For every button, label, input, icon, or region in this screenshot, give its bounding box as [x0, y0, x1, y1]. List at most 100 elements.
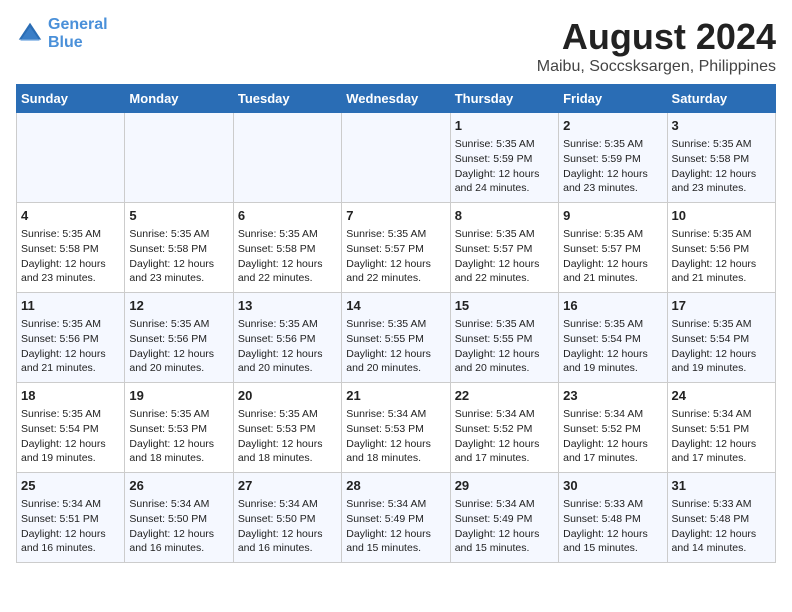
- day-header-friday: Friday: [559, 85, 667, 113]
- main-title: August 2024: [537, 16, 776, 58]
- cell-content: Sunrise: 5:35 AM Sunset: 5:54 PM Dayligh…: [563, 317, 662, 376]
- subtitle: Maibu, Soccsksargen, Philippines: [537, 58, 776, 76]
- date-number: 28: [346, 477, 445, 495]
- calendar-cell: 2Sunrise: 5:35 AM Sunset: 5:59 PM Daylig…: [559, 113, 667, 203]
- calendar-cell: 25 Sunrise: 5:34 AM Sunset: 5:51 PM Dayli…: [17, 473, 125, 563]
- cell-content: Sunrise: 5:35 AM Sunset: 5:54 PM Dayligh…: [672, 317, 771, 376]
- calendar-cell: [342, 113, 450, 203]
- date-number: 16: [563, 297, 662, 315]
- date-number: 5: [129, 207, 228, 225]
- calendar-cell: 7Sunrise: 5:35 AM Sunset: 5:57 PM Daylig…: [342, 203, 450, 293]
- cell-content: Sunrise: 5:34 AM Sunset: 5:51 PM Dayligh…: [21, 497, 120, 556]
- calendar-cell: 27Sunrise: 5:34 AM Sunset: 5:50 PM Dayli…: [233, 473, 341, 563]
- date-number: 7: [346, 207, 445, 225]
- date-number: 31: [672, 477, 771, 495]
- calendar-cell: [17, 113, 125, 203]
- date-number: 23: [563, 387, 662, 405]
- cell-content: Sunrise: 5:35 AM Sunset: 5:58 PM Dayligh…: [672, 137, 771, 196]
- date-number: 12: [129, 297, 228, 315]
- date-number: 29: [455, 477, 554, 495]
- calendar-cell: 23 Sunrise: 5:34 AM Sunset: 5:52 PM Dayli…: [559, 383, 667, 473]
- logo-text: General Blue: [48, 16, 108, 51]
- calendar-cell: 31 Sunrise: 5:33 AM Sunset: 5:48 PM Dayli…: [667, 473, 775, 563]
- date-number: 1: [455, 117, 554, 135]
- cell-content: Sunrise: 5:35 AM Sunset: 5:56 PM Dayligh…: [129, 317, 228, 376]
- cell-content: Sunrise: 5:35 AM Sunset: 5:56 PM Dayligh…: [238, 317, 337, 376]
- cell-content: Sunrise: 5:35 AM Sunset: 5:58 PM Dayligh…: [129, 227, 228, 286]
- week-row-4: 18 Sunrise: 5:35 AM Sunset: 5:54 PM Dayli…: [17, 383, 776, 473]
- date-number: 22: [455, 387, 554, 405]
- calendar-cell: 21 Sunrise: 5:34 AM Sunset: 5:53 PM Dayli…: [342, 383, 450, 473]
- date-number: 8: [455, 207, 554, 225]
- day-header-monday: Monday: [125, 85, 233, 113]
- calendar-cell: 12 Sunrise: 5:35 AM Sunset: 5:56 PM Dayli…: [125, 293, 233, 383]
- date-number: 11: [21, 297, 120, 315]
- date-number: 2: [563, 117, 662, 135]
- cell-content: Sunrise: 5:35 AM Sunset: 5:53 PM Dayligh…: [238, 407, 337, 466]
- calendar-cell: 15 Sunrise: 5:35 AM Sunset: 5:55 PM Dayli…: [450, 293, 558, 383]
- day-header-thursday: Thursday: [450, 85, 558, 113]
- date-number: 26: [129, 477, 228, 495]
- cell-content: Sunrise: 5:34 AM Sunset: 5:51 PM Dayligh…: [672, 407, 771, 466]
- day-header-wednesday: Wednesday: [342, 85, 450, 113]
- calendar-cell: 16 Sunrise: 5:35 AM Sunset: 5:54 PM Dayli…: [559, 293, 667, 383]
- calendar-cell: 14Sunrise: 5:35 AM Sunset: 5:55 PM Dayli…: [342, 293, 450, 383]
- calendar-cell: 4 Sunrise: 5:35 AM Sunset: 5:58 PM Daylig…: [17, 203, 125, 293]
- date-number: 17: [672, 297, 771, 315]
- date-number: 3: [672, 117, 771, 135]
- calendar-cell: 22 Sunrise: 5:34 AM Sunset: 5:52 PM Dayli…: [450, 383, 558, 473]
- date-number: 18: [21, 387, 120, 405]
- calendar-cell: 28Sunrise: 5:34 AM Sunset: 5:49 PM Dayli…: [342, 473, 450, 563]
- date-number: 6: [238, 207, 337, 225]
- title-area: August 2024 Maibu, Soccsksargen, Philipp…: [537, 16, 776, 76]
- calendar-cell: 3 Sunrise: 5:35 AM Sunset: 5:58 PM Daylig…: [667, 113, 775, 203]
- logo-general: General: [48, 16, 108, 33]
- calendar-cell: 29 Sunrise: 5:34 AM Sunset: 5:49 PM Dayli…: [450, 473, 558, 563]
- cell-content: Sunrise: 5:35 AM Sunset: 5:55 PM Dayligh…: [346, 317, 445, 376]
- logo-icon: [16, 20, 44, 48]
- calendar-cell: 13Sunrise: 5:35 AM Sunset: 5:56 PM Dayli…: [233, 293, 341, 383]
- cell-content: Sunrise: 5:35 AM Sunset: 5:57 PM Dayligh…: [563, 227, 662, 286]
- calendar-cell: 17 Sunrise: 5:35 AM Sunset: 5:54 PM Dayli…: [667, 293, 775, 383]
- cell-content: Sunrise: 5:35 AM Sunset: 5:57 PM Dayligh…: [455, 227, 554, 286]
- cell-content: Sunrise: 5:35 AM Sunset: 5:59 PM Dayligh…: [455, 137, 554, 196]
- calendar-cell: 24 Sunrise: 5:34 AM Sunset: 5:51 PM Dayli…: [667, 383, 775, 473]
- calendar-cell: 6 Sunrise: 5:35 AM Sunset: 5:58 PM Daylig…: [233, 203, 341, 293]
- cell-content: Sunrise: 5:34 AM Sunset: 5:52 PM Dayligh…: [455, 407, 554, 466]
- calendar-cell: 30Sunrise: 5:33 AM Sunset: 5:48 PM Dayli…: [559, 473, 667, 563]
- cell-content: Sunrise: 5:35 AM Sunset: 5:56 PM Dayligh…: [21, 317, 120, 376]
- calendar-cell: [233, 113, 341, 203]
- logo-blue: Blue: [48, 34, 83, 51]
- date-number: 4: [21, 207, 120, 225]
- cell-content: Sunrise: 5:35 AM Sunset: 5:55 PM Dayligh…: [455, 317, 554, 376]
- cell-content: Sunrise: 5:33 AM Sunset: 5:48 PM Dayligh…: [672, 497, 771, 556]
- calendar-cell: 10Sunrise: 5:35 AM Sunset: 5:56 PM Dayli…: [667, 203, 775, 293]
- week-row-5: 25 Sunrise: 5:34 AM Sunset: 5:51 PM Dayli…: [17, 473, 776, 563]
- calendar-cell: 8 Sunrise: 5:35 AM Sunset: 5:57 PM Daylig…: [450, 203, 558, 293]
- day-header-sunday: Sunday: [17, 85, 125, 113]
- date-number: 20: [238, 387, 337, 405]
- cell-content: Sunrise: 5:33 AM Sunset: 5:48 PM Dayligh…: [563, 497, 662, 556]
- date-number: 24: [672, 387, 771, 405]
- date-number: 21: [346, 387, 445, 405]
- date-number: 15: [455, 297, 554, 315]
- day-header-saturday: Saturday: [667, 85, 775, 113]
- calendar-cell: 1 Sunrise: 5:35 AM Sunset: 5:59 PM Daylig…: [450, 113, 558, 203]
- logo: General Blue: [16, 16, 108, 51]
- date-number: 25: [21, 477, 120, 495]
- calendar-cell: 19Sunrise: 5:35 AM Sunset: 5:53 PM Dayli…: [125, 383, 233, 473]
- calendar-cell: [125, 113, 233, 203]
- week-row-1: 1 Sunrise: 5:35 AM Sunset: 5:59 PM Daylig…: [17, 113, 776, 203]
- date-number: 10: [672, 207, 771, 225]
- cell-content: Sunrise: 5:34 AM Sunset: 5:52 PM Dayligh…: [563, 407, 662, 466]
- cell-content: Sunrise: 5:35 AM Sunset: 5:58 PM Dayligh…: [21, 227, 120, 286]
- calendar-cell: 20 Sunrise: 5:35 AM Sunset: 5:53 PM Dayli…: [233, 383, 341, 473]
- cell-content: Sunrise: 5:34 AM Sunset: 5:49 PM Dayligh…: [455, 497, 554, 556]
- calendar-cell: 11 Sunrise: 5:35 AM Sunset: 5:56 PM Dayli…: [17, 293, 125, 383]
- cell-content: Sunrise: 5:35 AM Sunset: 5:54 PM Dayligh…: [21, 407, 120, 466]
- cell-content: Sunrise: 5:34 AM Sunset: 5:50 PM Dayligh…: [129, 497, 228, 556]
- cell-content: Sunrise: 5:34 AM Sunset: 5:53 PM Dayligh…: [346, 407, 445, 466]
- cell-content: Sunrise: 5:35 AM Sunset: 5:58 PM Dayligh…: [238, 227, 337, 286]
- calendar-header-row: SundayMondayTuesdayWednesdayThursdayFrid…: [17, 85, 776, 113]
- date-number: 9: [563, 207, 662, 225]
